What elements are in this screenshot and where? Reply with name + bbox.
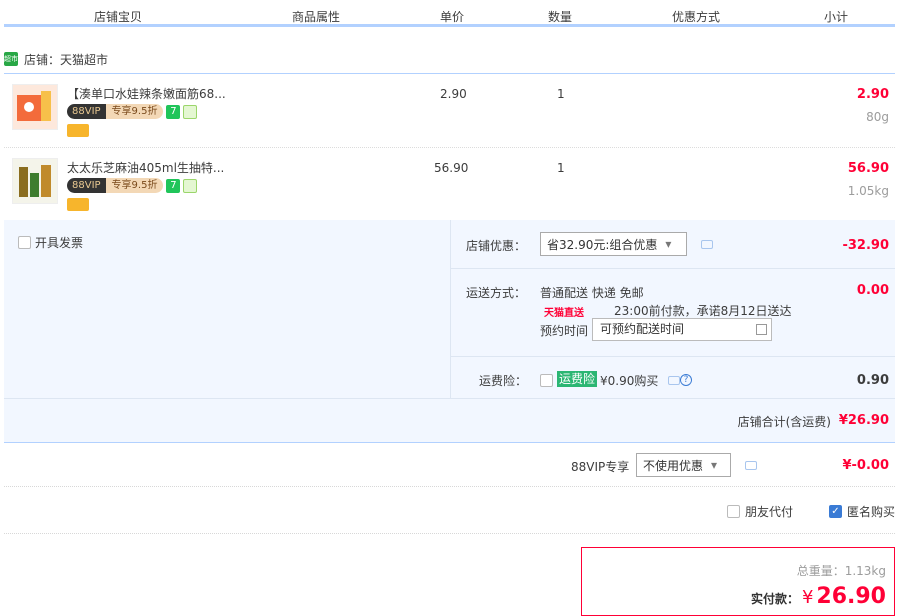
col-subtotal: 小计 <box>824 10 849 24</box>
seven-day-return-icon: 7 <box>166 104 181 119</box>
divider <box>451 356 895 357</box>
product-title[interactable]: 【湊单口水娃辣条嫩面筋68... <box>67 85 226 102</box>
shop-discount-label: 店铺优惠： <box>466 239 527 253</box>
vip-discount-label: 专享9.5折 <box>105 178 164 193</box>
supermarket-icon: 超市 <box>4 52 18 66</box>
total-weight: 总重量：1.13kg <box>796 564 886 578</box>
insurance-badge: 运费险 <box>557 371 598 387</box>
col-attr: 商品属性 <box>292 10 341 24</box>
appointment-time-placeholder: 可预约配送时间 <box>600 322 685 336</box>
shop-discount-select[interactable]: 省32.90元:组合优惠 ▾ <box>540 232 687 256</box>
col-promo: 优惠方式 <box>672 10 721 24</box>
vip-badge: 88VIP 专享9.5折 <box>67 104 164 119</box>
col-price: 单价 <box>440 10 465 24</box>
comment-icon[interactable] <box>745 461 757 470</box>
payment-box: 总重量：1.13kg 实付款： ¥ 26.90 <box>581 547 895 616</box>
actual-payment-value: 26.90 <box>816 584 886 609</box>
chevron-down-icon: ▾ <box>665 237 672 251</box>
product-tags: 88VIP 专享9.5折 7 <box>67 178 198 193</box>
appointment-label: 预约时间 <box>540 324 589 338</box>
vip88-amount: ¥-0.00 <box>842 458 889 473</box>
item-weight: 1.05kg <box>847 184 889 198</box>
delivery-promise: 23:00前付款，承诺8月12日送达 <box>614 304 792 318</box>
shop-total-label: 店铺合计(含运费) <box>737 415 831 429</box>
shipping-amount: 0.00 <box>856 283 889 298</box>
comment-icon[interactable] <box>668 376 680 385</box>
quantity: 1 <box>557 161 565 175</box>
friend-pay-option[interactable]: 朋友代付 <box>727 503 793 520</box>
credit-card-icon <box>67 124 89 137</box>
product-thumbnail[interactable] <box>12 84 58 130</box>
item-list: 【湊单口水娃辣条嫩面筋68... 88VIP 专享9.5折 7 2.90 1 2… <box>4 73 895 220</box>
list-item: 【湊单口水娃辣条嫩面筋68... 88VIP 专享9.5折 7 2.90 1 2… <box>4 74 895 147</box>
vip-badge: 88VIP 专享9.5折 <box>67 178 164 193</box>
vip-discount-label: 专享9.5折 <box>105 104 164 119</box>
shop-discount-amount: -32.90 <box>842 238 889 253</box>
actual-payment: 实付款： ¥ 26.90 <box>751 584 886 609</box>
options-row: 朋友代付 ✓ 匿名购买 <box>4 488 895 534</box>
item-weight: 80g <box>866 110 889 124</box>
vip88-label: 88VIP专享 <box>571 460 630 474</box>
calendar-icon[interactable] <box>756 324 767 335</box>
vip-badge-label: 88VIP <box>67 104 106 119</box>
anonymous-checkbox[interactable]: ✓ <box>829 505 842 518</box>
shop-name[interactable]: 店铺：天猫超市 <box>24 51 108 68</box>
seven-day-return-icon: 7 <box>166 178 181 193</box>
vip-badge-label: 88VIP <box>67 178 106 193</box>
invoice-label: 开具发票 <box>35 236 84 250</box>
insurance-price: ¥0.90购买 <box>600 374 659 388</box>
insurance-label: 运费险： <box>479 374 528 388</box>
table-header: 店铺宝贝 商品属性 单价 数量 优惠方式 小计 <box>4 0 895 27</box>
list-item: 太太乐芝麻油405ml生抽特... 88VIP 专享9.5折 7 56.90 1… <box>4 147 895 220</box>
shop-row: 超市 店铺：天猫超市 <box>4 50 108 68</box>
shop-discount-value: 省32.90元:组合优惠 <box>547 237 658 252</box>
guarantee-icon <box>183 178 198 193</box>
shop-total-value: ¥26.90 <box>838 413 889 428</box>
shipping-label: 运送方式： <box>466 286 527 300</box>
unit-price: 2.90 <box>440 87 467 101</box>
help-icon[interactable]: ? <box>680 374 692 386</box>
col-item: 店铺宝贝 <box>94 10 143 24</box>
insurance-amount: 0.90 <box>856 373 889 388</box>
unit-price: 56.90 <box>434 161 469 175</box>
divider <box>450 220 451 398</box>
friend-pay-label: 朋友代付 <box>745 505 794 519</box>
appointment-time-input[interactable]: 可预约配送时间 <box>592 318 772 341</box>
divider <box>451 268 895 269</box>
order-summary: 开具发票 店铺优惠： 省32.90元:组合优惠 ▾ -32.90 运送方式： 普… <box>4 220 895 443</box>
col-qty: 数量 <box>548 10 573 24</box>
friend-pay-checkbox[interactable] <box>727 505 740 518</box>
vip88-select[interactable]: 不使用优惠 ▾ <box>636 453 731 477</box>
tmall-direct-logo: 天猫直送 <box>544 308 584 319</box>
guarantee-icon <box>183 104 198 119</box>
credit-card-icon <box>67 198 89 211</box>
item-subtotal: 2.90 <box>856 87 889 102</box>
vip88-select-value: 不使用优惠 <box>643 458 704 473</box>
currency-symbol: ¥ <box>801 587 814 608</box>
actual-payment-label: 实付款： <box>750 592 799 606</box>
comment-icon[interactable] <box>701 240 713 249</box>
product-thumbnail[interactable] <box>12 158 58 204</box>
shipping-method: 普通配送 快递 免邮 <box>540 286 644 300</box>
invoice-checkbox[interactable] <box>18 236 31 249</box>
item-subtotal: 56.90 <box>847 161 889 176</box>
anonymous-option[interactable]: ✓ 匿名购买 <box>829 503 895 520</box>
anonymous-label: 匿名购买 <box>847 505 896 519</box>
vip88-row: 88VIP专享 不使用优惠 ▾ ¥-0.00 <box>4 444 895 487</box>
chevron-down-icon: ▾ <box>711 458 718 472</box>
product-tags: 88VIP 专享9.5折 7 <box>67 104 198 119</box>
insurance-checkbox[interactable] <box>540 374 553 387</box>
shop-total-row: 店铺合计(含运费) ¥26.90 <box>4 398 895 443</box>
invoice-option[interactable]: 开具发票 <box>18 234 83 251</box>
product-title[interactable]: 太太乐芝麻油405ml生抽特... <box>67 159 224 176</box>
quantity: 1 <box>557 87 565 101</box>
